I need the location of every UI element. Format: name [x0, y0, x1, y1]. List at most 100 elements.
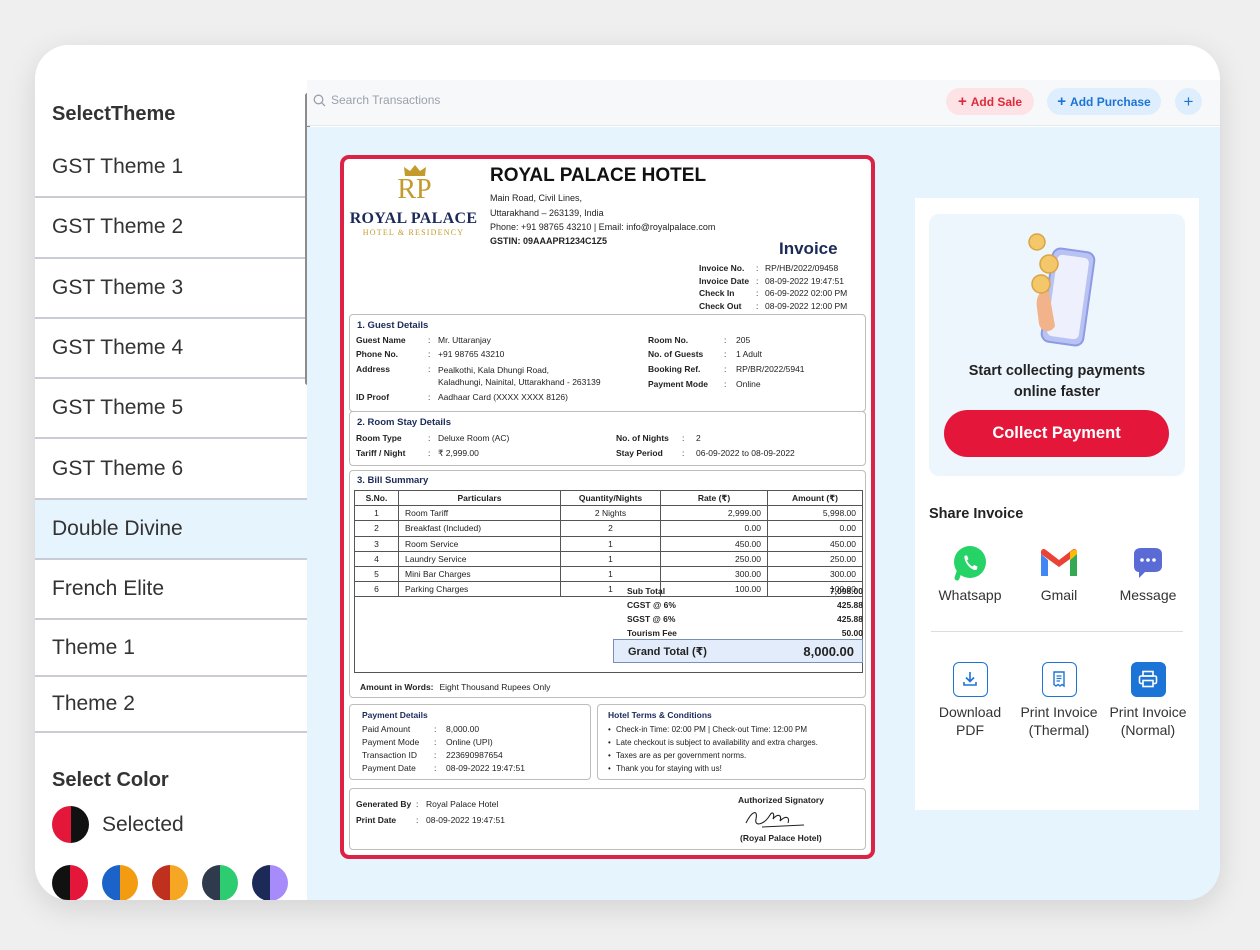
selected-color-swatch[interactable]	[52, 806, 89, 843]
field-value: Aadhaar Card (XXXX XXXX 8126)	[438, 392, 568, 402]
field-label: Guest Name	[356, 335, 406, 345]
address-line-1: Main Road, Civil Lines,	[490, 193, 583, 203]
field-value: Pealkothi, Kala Dhungi Road,	[438, 365, 550, 375]
select-theme-title: SelectTheme	[52, 103, 176, 125]
amount-words-label: Amount in Words:	[360, 682, 434, 692]
theme-item-gst-3[interactable]: GST Theme 3	[35, 259, 307, 319]
cell-rate: 250.00	[660, 550, 768, 567]
theme-item-double-divine[interactable]: Double Divine	[35, 499, 307, 561]
theme-item-gst-5[interactable]: GST Theme 5	[35, 379, 307, 440]
cell-qty: 2 Nights	[560, 505, 661, 522]
theme-item-gst-2[interactable]: GST Theme 2	[35, 198, 307, 259]
add-more-button[interactable]: +	[1175, 88, 1202, 115]
field-label: Address	[356, 364, 391, 374]
search-placeholder: Search Transactions	[331, 93, 441, 107]
download-label-line-1: Download	[938, 704, 1002, 720]
terms-item: Taxes are as per government norms.	[616, 751, 747, 760]
add-purchase-button[interactable]: + Add Purchase	[1047, 88, 1161, 115]
cell-particulars: Room Tariff	[398, 505, 561, 522]
terms-item: Check-in Time: 02:00 PM | Check-out Time…	[616, 725, 808, 734]
field-value: Mr. Uttaranjay	[438, 335, 491, 345]
print-normal-button[interactable]: Print Invoice (Normal)	[1100, 660, 1196, 739]
hotel-name: ROYAL PALACE HOTEL	[490, 165, 707, 186]
print-thermal-button[interactable]: Print Invoice (Thermal)	[1011, 660, 1107, 739]
theme-item-french-elite[interactable]: French Elite	[35, 560, 307, 621]
cell-amount: 300.00	[767, 565, 863, 583]
theme-item-gst-1[interactable]: GST Theme 1	[35, 138, 307, 199]
authorized-signatory-sub: (Royal Palace Hotel)	[740, 833, 822, 843]
table-row: 2 Breakfast (Included) 2 0.00 0.00	[354, 520, 863, 537]
cell-rate: 0.00	[660, 520, 768, 537]
share-gmail-label: Gmail	[1040, 587, 1078, 603]
field-value: 08-09-2022 19:47:51	[426, 815, 505, 825]
column-header: Amount (₹)	[767, 489, 863, 507]
invoice-meta: Invoice No.: RP/HB/2022/09458 Invoice Dat…	[699, 263, 848, 311]
hotel-logo: RP ROYAL PALACE HOTEL & RESIDENCY	[347, 162, 482, 242]
cell-sno: 1	[354, 505, 399, 522]
address-line-2: Uttarakhand – 263139, India	[490, 207, 604, 218]
theme-item-gst-4[interactable]: GST Theme 4	[35, 319, 307, 380]
color-swatch-navy-lavender[interactable]	[252, 865, 288, 900]
field-label: Booking Ref.	[648, 364, 701, 374]
cell-amount: 0.00	[767, 520, 863, 537]
meta-value: 08-09-2022 12:00 PM	[765, 300, 848, 311]
plus-icon: +	[957, 93, 967, 110]
table-row: 1 Room Tariff 2 Nights 2,999.00 5,998.00	[354, 505, 863, 522]
meta-value: RP/HB/2022/09458	[765, 263, 839, 273]
share-whatsapp-label: Whatsapp	[938, 587, 1002, 603]
field-label: No. of Guests	[648, 349, 704, 359]
field-value: RP/BR/2022/5941	[736, 364, 805, 374]
field-label: Generated By	[356, 799, 412, 809]
field-label: Paid Amount	[362, 724, 411, 734]
share-gmail-button[interactable]: Gmail	[1014, 544, 1104, 603]
print-normal-label-line-2: (Normal)	[1120, 722, 1176, 738]
promo-text: Start collecting payments online faster	[929, 361, 1185, 403]
share-message-label: Message	[1119, 587, 1177, 603]
search-input[interactable]: Search Transactions	[313, 93, 440, 107]
column-header: Rate (₹)	[660, 489, 768, 507]
theme-item-theme-2[interactable]: Theme 2	[35, 677, 307, 734]
field-value: 8,000.00	[446, 724, 480, 734]
signature-image	[745, 812, 805, 828]
message-icon	[1134, 548, 1162, 578]
theme-item-gst-6[interactable]: GST Theme 6	[35, 439, 307, 500]
hotel-address: Main Road, Civil Lines, Uttarakhand – 26…	[490, 191, 715, 235]
add-sale-button[interactable]: + Add Sale	[946, 88, 1034, 115]
color-swatch-blue-orange[interactable]	[102, 865, 138, 900]
share-message-button[interactable]: Message	[1103, 544, 1193, 603]
total-value: 425.88	[837, 600, 863, 610]
color-swatch-black-red[interactable]	[52, 865, 88, 900]
field-value: Online	[736, 379, 761, 389]
color-swatch-red-orange[interactable]	[152, 865, 188, 900]
cell-qty: 1	[560, 535, 661, 552]
guest-details-title: 1. Guest Details	[357, 320, 429, 331]
field-value: 2	[696, 433, 701, 443]
table-row: 5 Mini Bar Charges 1 300.00 300.00	[354, 565, 863, 583]
cell-sno: 4	[354, 550, 399, 567]
cell-particulars: Breakfast (Included)	[398, 520, 561, 537]
selected-color-label: Selected	[102, 812, 184, 836]
cell-rate: 450.00	[660, 535, 768, 552]
theme-item-theme-1[interactable]: Theme 1	[35, 620, 307, 677]
cell-amount: 5,998.00	[767, 505, 863, 522]
field-label: ID Proof	[356, 392, 390, 402]
table-header-row: S.No. Particulars Quantity/Nights Rate (…	[354, 489, 863, 507]
cell-sno: 3	[354, 535, 399, 552]
field-label: Payment Mode	[648, 379, 708, 389]
field-value: Royal Palace Hotel	[426, 799, 499, 809]
total-label: Sub Total	[627, 586, 666, 596]
color-swatch-slate-green[interactable]	[202, 865, 238, 900]
collect-payment-button[interactable]: Collect Payment	[944, 410, 1169, 457]
add-purchase-label: Add Purchase	[1070, 94, 1151, 109]
promo-line-2: online faster	[1013, 384, 1101, 400]
grand-total-label: Grand Total (₹)	[628, 645, 707, 658]
selected-color-row: Selected	[52, 806, 184, 843]
bill-summary-section: 3. Bill Summary S.No. Particulars Quanti…	[349, 470, 866, 698]
download-pdf-button[interactable]: Download PDF	[922, 660, 1018, 739]
terms-section: Hotel Terms & Conditions • Check-in Time:…	[597, 704, 866, 780]
print-thermal-label-line-1: Print Invoice	[1020, 704, 1098, 720]
share-whatsapp-button[interactable]: Whatsapp	[925, 544, 1015, 603]
table-row: 3 Room Service 1 450.00 450.00	[354, 535, 863, 552]
gmail-icon	[1041, 548, 1077, 576]
meta-key: Invoice No.	[699, 263, 745, 273]
